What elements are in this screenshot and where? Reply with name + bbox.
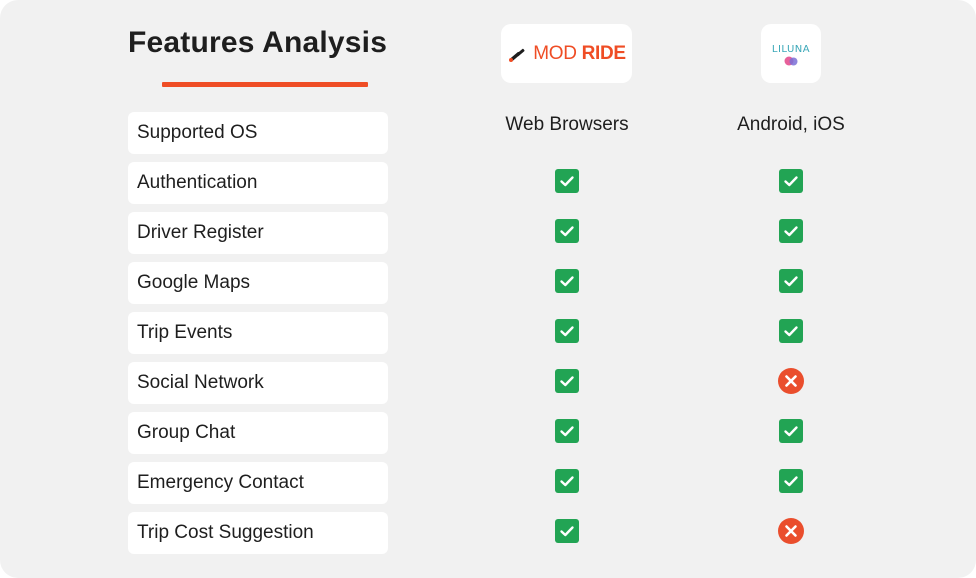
modride-check-icon	[555, 419, 579, 443]
modride-check-icon	[555, 519, 579, 543]
title-underline	[162, 82, 368, 87]
modride-check-icon	[555, 269, 579, 293]
liluna-check-icon	[779, 419, 803, 443]
modride-logo: MOD RIDE	[501, 24, 632, 83]
feature-label: Google Maps	[128, 262, 388, 304]
liluna-cross-icon	[778, 368, 804, 394]
liluna-check-icon	[779, 269, 803, 293]
liluna-blob-icon	[784, 56, 798, 66]
feature-label: Social Network	[128, 362, 388, 404]
comparison-card: Features Analysis MOD RIDE LILUNA Web Br…	[0, 0, 976, 578]
modride-check-icon	[555, 319, 579, 343]
modride-check-icon	[555, 369, 579, 393]
liluna-check-icon	[779, 169, 803, 193]
liluna-cross-icon	[778, 518, 804, 544]
modride-logo-mark-icon	[509, 48, 525, 62]
feature-label: Emergency Contact	[128, 462, 388, 504]
modride-platform: Web Browsers	[505, 114, 629, 135]
feature-label: Trip Cost Suggestion	[128, 512, 388, 554]
liluna-logo-text: LILUNA	[771, 44, 811, 55]
modride-check-icon	[555, 219, 579, 243]
liluna-check-icon	[779, 469, 803, 493]
liluna-logo: LILUNA	[761, 24, 821, 83]
feature-label: Trip Events	[128, 312, 388, 354]
feature-label: Supported OS	[128, 112, 388, 154]
modride-check-icon	[555, 469, 579, 493]
modride-logo-text: MOD RIDE	[533, 42, 626, 64]
feature-label: Group Chat	[128, 412, 388, 454]
liluna-check-icon	[779, 219, 803, 243]
feature-label: Authentication	[128, 162, 388, 204]
liluna-check-icon	[779, 319, 803, 343]
modride-check-icon	[555, 169, 579, 193]
liluna-platform: Android, iOS	[737, 114, 845, 135]
feature-label: Driver Register	[128, 212, 388, 254]
page-title: Features Analysis	[128, 26, 388, 59]
